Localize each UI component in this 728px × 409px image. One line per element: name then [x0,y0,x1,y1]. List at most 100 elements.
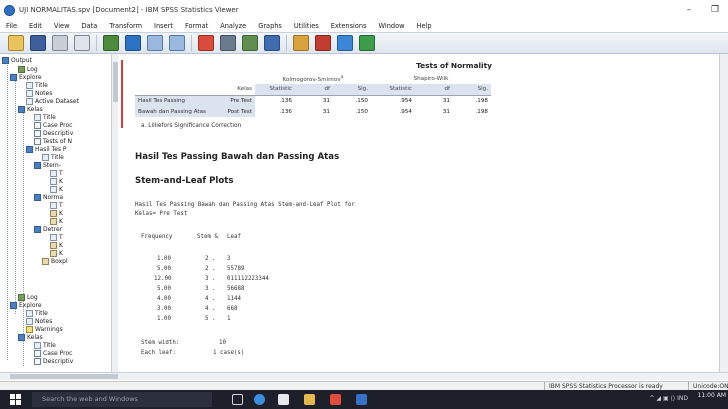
goto-data-icon[interactable] [198,35,214,51]
print-icon[interactable] [52,35,68,51]
horizontal-scroll-thumb[interactable] [10,374,118,379]
nav-item-active-dataset[interactable]: Active Dataset [26,97,79,105]
nav-item-explore[interactable]: Explore [10,301,42,309]
output-navigator[interactable]: Output Log Explore Title Notes Active Da… [0,54,118,372]
col-header: df [415,84,453,95]
menu-data[interactable]: Data [81,22,97,30]
log-icon [18,293,25,301]
nav-item-chart[interactable]: K [50,241,63,249]
file-explorer-icon[interactable] [304,394,315,405]
variable-heading: Hasil Tes Passing Bawah dan Passing Atas [135,152,340,162]
table-icon [34,357,41,365]
nav-item-case-processing[interactable]: Case Proc [34,121,72,129]
select-output-icon[interactable] [293,35,309,51]
stem-leaf-leaf: 55789 [227,266,245,272]
dataset-icon [26,97,33,105]
table-icon [34,137,41,145]
redo-icon[interactable] [169,35,185,51]
task-view-icon[interactable] [232,394,243,405]
save-icon[interactable] [30,35,46,51]
nav-item-output[interactable]: Output [2,56,32,64]
nav-item-title[interactable]: Title [34,341,56,349]
nav-item-detrended[interactable]: Detrer [34,225,62,233]
menu-help[interactable]: Help [417,22,432,30]
nav-item-chart[interactable]: K [50,249,63,257]
nav-item-notes[interactable]: Notes [26,317,52,325]
designate-window-icon[interactable] [315,35,331,51]
table-cell: .150 [355,108,368,115]
menu-edit[interactable]: Edit [29,22,42,30]
nav-item-kelas[interactable]: Kelas [18,105,43,113]
stem-leaf-stem: 4 . [205,296,216,302]
nav-item-chart[interactable]: K [50,217,63,225]
horizontal-scrollbar[interactable] [0,372,728,380]
title-icon [42,153,49,161]
variables-icon[interactable] [242,35,258,51]
nav-item-descriptives[interactable]: Descriptiv [34,357,73,365]
windows-taskbar: Search the web and Windows ^ ◢ ▣ ⟨⟩ IND … [0,390,728,409]
insert-output-icon[interactable] [264,35,280,51]
spss-taskbar-icon[interactable] [330,394,341,405]
taskbar-search-box[interactable]: Search the web and Windows [32,392,212,407]
nav-item-title[interactable]: T [50,169,63,177]
menu-graphs[interactable]: Graphs [258,22,282,30]
menu-analyze[interactable]: Analyze [220,22,246,30]
nav-item-kelas[interactable]: Kelas [18,333,43,341]
nav-item-log[interactable]: Log [18,65,38,73]
restore-button[interactable]: ❐ [702,0,728,20]
windows-start-icon[interactable] [10,394,21,405]
nav-item-warnings[interactable]: Warnings [26,325,63,333]
menu-file[interactable]: File [6,22,17,30]
nav-item-title[interactable]: Title [26,309,48,317]
nav-item-text[interactable]: K [50,185,63,193]
open-folder-icon[interactable] [8,35,24,51]
nav-item-title[interactable]: T [50,233,63,241]
export-icon[interactable] [103,35,119,51]
nav-item-log[interactable]: Log [18,293,38,301]
menu-view[interactable]: View [54,22,70,30]
edge-browser-icon[interactable] [254,394,265,405]
col-header: Statistic [371,84,415,95]
nav-item-title[interactable]: T [50,201,63,209]
nav-item-title[interactable]: Title [34,113,56,121]
menu-extensions[interactable]: Extensions [331,22,367,30]
show-icon[interactable] [337,35,353,51]
minimize-button[interactable]: – [676,0,702,20]
stem-leaf-stem: 5 . [205,316,216,322]
nav-item-chart[interactable]: K [50,209,63,217]
menu-format[interactable]: Format [185,22,208,30]
taskbar-clock[interactable]: 11:00 AM [698,392,726,399]
menu-transform[interactable]: Transform [109,22,142,30]
nav-item-notes[interactable]: Notes [26,89,52,97]
output-content[interactable]: Tests of Normality Kolmogorov-Smirnova S… [119,54,719,372]
tests-of-normality-table[interactable]: Kolmogorov-Smirnova Shapiro-Wilk Kelas S… [135,73,491,117]
nav-item-stem-leaf[interactable]: Stem- [34,161,61,169]
nav-item-normal-qq[interactable]: Norma [34,193,63,201]
app-taskbar-icon[interactable] [356,394,367,405]
table-header-row: Kelas Statistic df Sig. Statistic df Sig… [135,84,491,95]
undo-icon[interactable] [147,35,163,51]
recall-dialog-icon[interactable] [125,35,141,51]
nav-item-tests-of-normality[interactable]: Tests of N [34,137,72,145]
print-preview-icon[interactable] [74,35,90,51]
nav-item-title[interactable]: Title [26,81,48,89]
navigator-scroll-thumb[interactable] [113,62,118,102]
nav-item-text[interactable]: K [50,177,63,185]
nav-item-explore[interactable]: Explore [10,73,42,81]
menu-insert[interactable]: Insert [154,22,173,30]
table-header-row: Kolmogorov-Smirnova Shapiro-Wilk [135,73,491,84]
menu-window[interactable]: Window [379,22,405,30]
navigator-scrollbar[interactable] [111,54,118,372]
store-icon[interactable] [278,394,289,405]
goto-case-icon[interactable] [220,35,236,51]
menu-utilities[interactable]: Utilities [294,22,319,30]
nav-item-title[interactable]: Title [42,153,64,161]
nav-item-descriptives[interactable]: Descriptiv [34,129,73,137]
nav-item-hasil-tes[interactable]: Hasil Tes P [26,145,67,153]
nav-item-case-processing[interactable]: Case Proc [34,349,72,357]
content-scrollbar[interactable] [719,54,728,372]
nav-item-boxplot[interactable]: Boxpl [42,257,68,265]
hide-icon[interactable] [359,35,375,51]
system-tray[interactable]: ^ ◢ ▣ ⟨⟩ IND [650,395,689,402]
ks-group-header: Kolmogorov-Smirnova [282,74,344,83]
